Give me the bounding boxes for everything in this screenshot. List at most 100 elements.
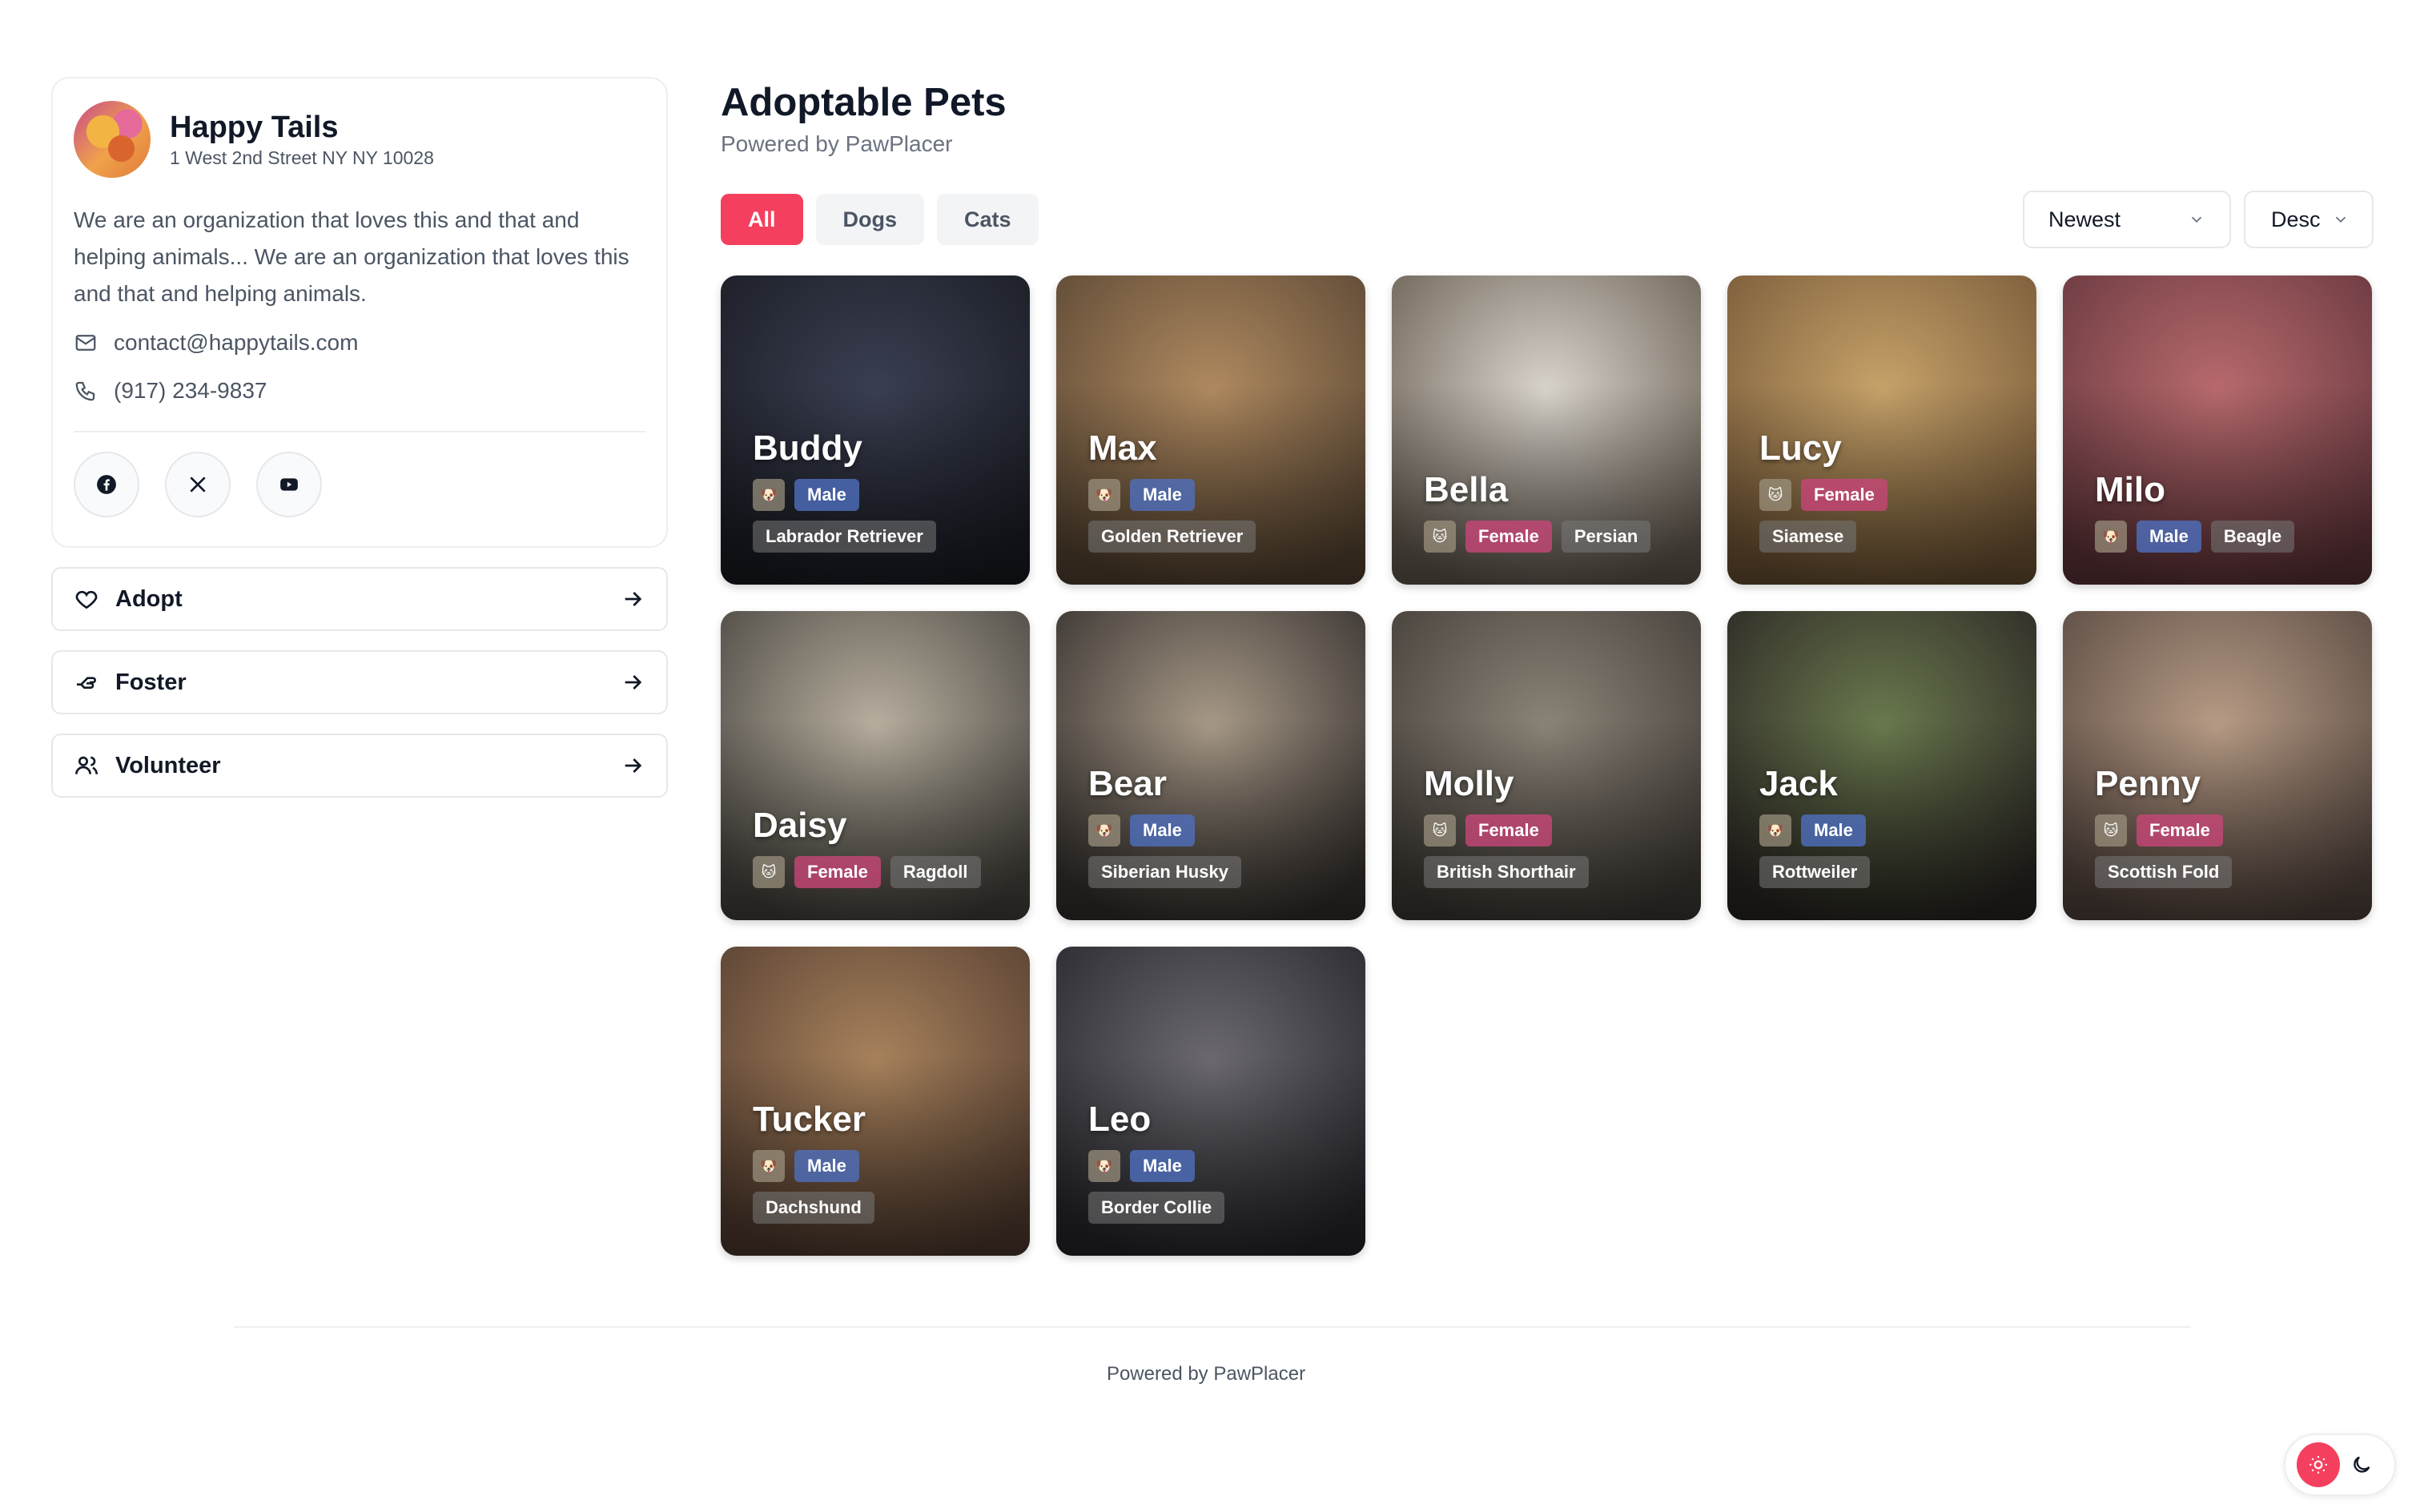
dog-icon: 🐶 <box>1088 814 1120 846</box>
pet-info: Leo 🐶 Male Border Collie <box>1088 1099 1349 1224</box>
breed-badge: Siberian Husky <box>1088 856 1241 888</box>
foster-button[interactable]: Foster <box>51 650 668 714</box>
pet-info: Bella 🐱 Female Persian <box>1424 469 1685 553</box>
gender-badge: Female <box>2137 814 2223 846</box>
sort-select[interactable]: Newest <box>2023 191 2231 248</box>
direction-value: Desc <box>2271 207 2321 231</box>
filter-all[interactable]: All <box>721 194 803 245</box>
org-sidebar: Happy Tails 1 West 2nd Street NY NY 1002… <box>51 77 668 798</box>
volunteer-button[interactable]: Volunteer <box>51 734 668 798</box>
filter-cats[interactable]: Cats <box>937 194 1039 245</box>
pet-name: Penny <box>2095 764 2201 803</box>
pet-name: Bella <box>1424 470 1509 509</box>
mail-icon <box>75 335 96 351</box>
pet-info: Milo 🐶 Male Beagle <box>2095 469 2356 553</box>
pet-tags: 🐶 Male Beagle <box>2095 521 2356 553</box>
direction-select[interactable]: Desc <box>2244 191 2374 248</box>
main-content: Adoptable Pets Powered by PawPlacer All … <box>721 77 2374 1256</box>
breed-badge: Ragdoll <box>890 856 981 888</box>
chevron-down-icon <box>2335 216 2346 223</box>
phone-text: (917) 234-9837 <box>114 378 267 403</box>
pet-name: Molly <box>1424 764 1514 803</box>
footer-text: Powered by PawPlacer <box>1106 1363 1306 1385</box>
gender-badge: Female <box>1801 479 1887 511</box>
breed-badge: Golden Retriever <box>1088 521 1256 553</box>
pet-tags: 🐱 Female Ragdoll <box>753 856 1014 888</box>
pet-breed-row: Border Collie <box>1088 1192 1349 1224</box>
pet-tags: 🐱 Female <box>2095 814 2356 846</box>
arrow-right-icon <box>625 592 642 606</box>
page-title: Adoptable Pets <box>721 81 1007 124</box>
dog-icon: 🐶 <box>753 479 785 511</box>
pet-name: Lucy <box>1759 428 1842 468</box>
pet-info: Daisy 🐱 Female Ragdoll <box>753 805 1014 888</box>
contact-email[interactable]: contact@happytails.com <box>74 325 645 360</box>
pet-card[interactable]: Bear 🐶 Male Siberian Husky <box>1056 611 1365 920</box>
light-mode-button[interactable] <box>2297 1442 2340 1487</box>
pet-breed-row: Labrador Retriever <box>753 521 1014 553</box>
x-button[interactable] <box>165 452 231 517</box>
gender-badge: Male <box>2137 521 2201 553</box>
gender-badge: Female <box>1465 521 1552 553</box>
gender-badge: Male <box>1130 479 1195 511</box>
pet-breed-row: Dachshund <box>753 1192 1014 1224</box>
breed-badge: Border Collie <box>1088 1192 1225 1224</box>
cat-icon: 🐱 <box>1424 521 1456 553</box>
pet-card[interactable]: Lucy 🐱 Female Siamese <box>1727 275 2036 585</box>
gender-badge: Male <box>1130 1150 1195 1182</box>
pet-card[interactable]: Jack 🐶 Male Rottweiler <box>1727 611 2036 920</box>
phone-icon <box>75 381 95 401</box>
pet-tags: 🐶 Male <box>1088 814 1349 846</box>
pet-breed-row: Rottweiler <box>1759 856 2020 888</box>
theme-toggle[interactable] <box>2284 1434 2396 1496</box>
dog-icon: 🐶 <box>1759 814 1791 846</box>
breed-badge: Labrador Retriever <box>753 521 936 553</box>
heart-icon <box>75 590 98 609</box>
social-links <box>74 452 645 517</box>
facebook-button[interactable] <box>74 452 139 517</box>
chevron-down-icon <box>2191 216 2202 223</box>
youtube-icon <box>280 478 298 491</box>
dog-icon: 🐶 <box>1088 1150 1120 1182</box>
gender-badge: Female <box>794 856 881 888</box>
breed-badge: Rottweiler <box>1759 856 1871 888</box>
contact-phone[interactable]: (917) 234-9837 <box>74 373 645 408</box>
org-header: Happy Tails 1 West 2nd Street NY NY 1002… <box>74 101 645 178</box>
pet-card[interactable]: Penny 🐱 Female Scottish Fold <box>2063 611 2372 920</box>
filter-dogs[interactable]: Dogs <box>815 194 925 245</box>
pet-card[interactable]: Molly 🐱 Female British Shorthair <box>1392 611 1701 920</box>
adopt-label: Adopt <box>115 585 183 612</box>
pet-tags: 🐱 Female Persian <box>1424 521 1685 553</box>
dark-mode-button[interactable] <box>2340 1442 2383 1487</box>
toolbar: All Dogs Cats Newest Desc <box>721 191 2374 248</box>
pet-card[interactable]: Tucker 🐶 Male Dachshund <box>721 947 1030 1256</box>
sun-icon <box>2309 1456 2327 1474</box>
facebook-icon <box>97 475 116 494</box>
sort-value: Newest <box>2048 207 2121 231</box>
foster-label: Foster <box>115 669 187 695</box>
gender-badge: Male <box>794 1150 859 1182</box>
gender-badge: Female <box>1465 814 1552 846</box>
youtube-button[interactable] <box>256 452 322 517</box>
pet-info: Molly 🐱 Female British Shorthair <box>1424 763 1685 888</box>
pet-tags: 🐶 Male <box>1759 814 2020 846</box>
pet-info: Penny 🐱 Female Scottish Fold <box>2095 763 2356 888</box>
hand-icon <box>77 677 96 689</box>
org-logo <box>74 101 151 178</box>
pet-card[interactable]: Buddy 🐶 Male Labrador Retriever <box>721 275 1030 585</box>
adopt-button[interactable]: Adopt <box>51 567 668 631</box>
pet-name: Max <box>1088 428 1157 468</box>
email-text: contact@happytails.com <box>114 330 359 355</box>
pet-breed-row: Siamese <box>1759 521 2020 553</box>
pet-breed-row: British Shorthair <box>1424 856 1685 888</box>
pet-card[interactable]: Leo 🐶 Male Border Collie <box>1056 947 1365 1256</box>
cat-icon: 🐱 <box>1759 479 1791 511</box>
pet-tags: 🐱 Female <box>1759 479 2020 511</box>
pet-card[interactable]: Max 🐶 Male Golden Retriever <box>1056 275 1365 585</box>
pet-name: Bear <box>1088 764 1167 803</box>
dog-icon: 🐶 <box>2095 521 2127 553</box>
pet-card[interactable]: Bella 🐱 Female Persian <box>1392 275 1701 585</box>
pet-card[interactable]: Milo 🐶 Male Beagle <box>2063 275 2372 585</box>
pet-name: Daisy <box>753 806 847 845</box>
pet-card[interactable]: Daisy 🐱 Female Ragdoll <box>721 611 1030 920</box>
